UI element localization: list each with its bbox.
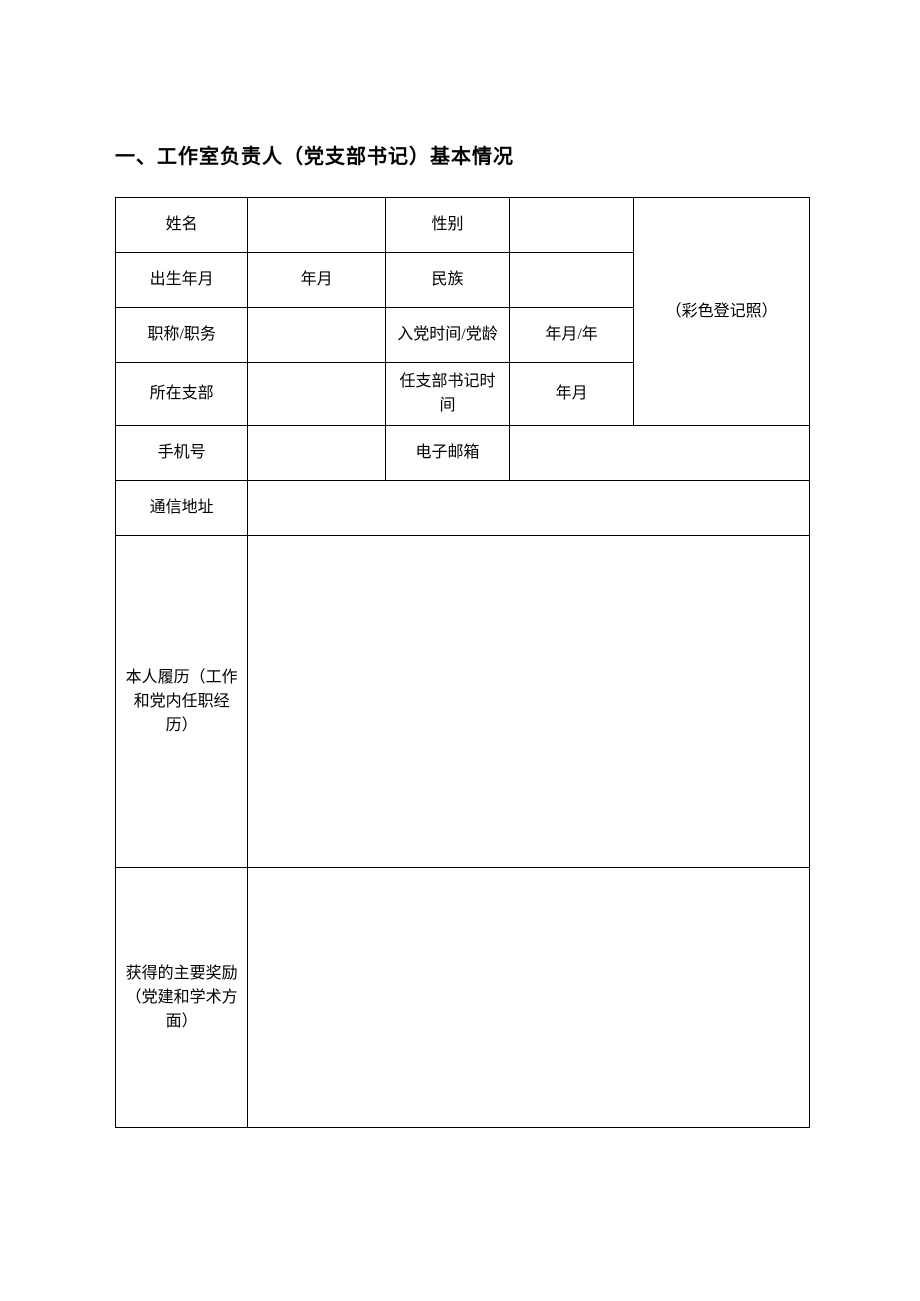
form-table: 姓名 性别 （彩色登记照） 出生年月 年月 民族 职称/职务 入党时间/党龄 年… [115, 197, 810, 1128]
value-address [248, 481, 810, 536]
value-name [248, 198, 386, 253]
value-email [510, 426, 810, 481]
label-secretary-time: 任支部书记时间 [385, 363, 509, 426]
label-name: 姓名 [116, 198, 248, 253]
value-secretary-time: 年月 [510, 363, 634, 426]
table-row: 获得的主要奖励（党建和学术方面） [116, 868, 810, 1128]
table-row: 本人履历（工作和党内任职经历） [116, 536, 810, 868]
table-row: 姓名 性别 （彩色登记照） [116, 198, 810, 253]
value-join-party: 年月/年 [510, 308, 634, 363]
value-ethnicity [510, 253, 634, 308]
label-title-position: 职称/职务 [116, 308, 248, 363]
label-resume: 本人履历（工作和党内任职经历） [116, 536, 248, 868]
value-branch [248, 363, 386, 426]
label-branch: 所在支部 [116, 363, 248, 426]
label-address: 通信地址 [116, 481, 248, 536]
label-dob: 出生年月 [116, 253, 248, 308]
label-phone: 手机号 [116, 426, 248, 481]
label-gender: 性别 [385, 198, 509, 253]
value-resume [248, 536, 810, 868]
table-row: 手机号 电子邮箱 [116, 426, 810, 481]
value-phone [248, 426, 386, 481]
value-dob: 年月 [248, 253, 386, 308]
value-title-position [248, 308, 386, 363]
photo-cell: （彩色登记照） [634, 198, 810, 426]
label-join-party: 入党时间/党龄 [385, 308, 509, 363]
label-awards: 获得的主要奖励（党建和学术方面） [116, 868, 248, 1128]
label-email: 电子邮箱 [385, 426, 509, 481]
section-title: 一、工作室负责人（党支部书记）基本情况 [115, 140, 810, 169]
value-awards [248, 868, 810, 1128]
value-gender [510, 198, 634, 253]
table-row: 通信地址 [116, 481, 810, 536]
label-ethnicity: 民族 [385, 253, 509, 308]
